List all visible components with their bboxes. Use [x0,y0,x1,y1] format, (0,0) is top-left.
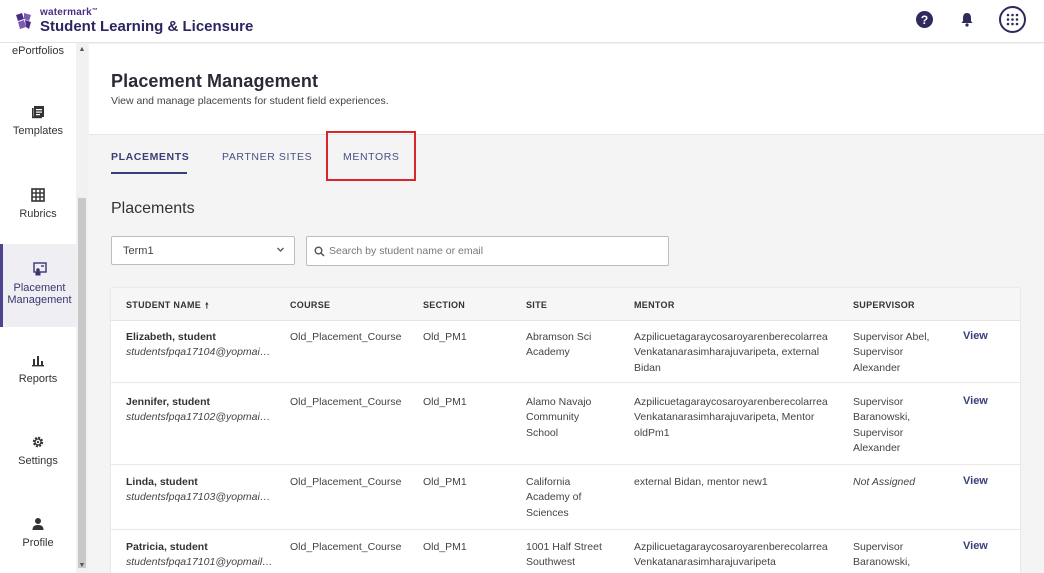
sidebar-item-templates[interactable]: Templates [0,105,76,137]
student-cell: Patricia, student studentsfpqa17101@yopm… [126,540,276,571]
sidebar-item-profile[interactable]: Profile [0,517,76,549]
site-cell: California Academy of Sciences [526,476,582,519]
active-tab-indicator [111,172,187,174]
top-bar: watermark™ Student Learning & Licensure … [0,0,1044,43]
site-cell: Abramson Sci Academy [526,331,592,359]
mentor-cell: Azpilicuetagaraycosaroyarenberecolarrea V… [634,331,828,374]
sidebar-item-reports[interactable]: Reports [0,353,76,385]
gear-icon [32,436,44,448]
sidebar: ePortfolios Templates Rubrics Placement … [0,43,88,573]
bell-icon[interactable] [959,11,975,28]
table-header: STUDENT NAME 🠕 COURSE SECTION SITE MENTOR… [111,288,1020,321]
sidebar-item-settings[interactable]: Settings [0,435,76,467]
sidebar-item-label: Templates [12,125,64,137]
mentor-cell: Azpilicuetagaraycosaroyarenberecolarrea V… [634,396,828,439]
mentors-tab-highlight [326,131,416,181]
sidebar-item-label: Settings [18,455,58,467]
search-icon [314,246,325,257]
sidebar-item-rubrics[interactable]: Rubrics [0,188,76,220]
sidebar-item-label: Management [7,294,72,306]
sidebar-item-placement-management[interactable]: Placement Management [0,244,76,327]
table-row: Patricia, student studentsfpqa17101@yopm… [111,530,1020,573]
person-icon [32,518,44,530]
supervisor-cell: Supervisor Baranowski, Supervisor Alexander [853,396,911,455]
bar-chart-icon [32,356,44,367]
student-cell: Jennifer, student studentsfpqa17102@yopm… [126,395,276,426]
student-name: Linda, student [126,476,198,488]
sidebar-item-label: Rubrics [19,208,57,220]
tab-bar: PLACEMENTS PARTNER SITES MENTORS [89,134,1044,180]
term-select[interactable]: Term1 [111,236,295,265]
app-title: Student Learning & Licensure [40,18,254,35]
page-header: Placement Management View and manage pla… [89,44,1044,134]
column-header-student-name[interactable]: STUDENT NAME 🠕 [126,300,209,314]
column-header-site: SITE [526,300,548,310]
scroll-up-icon[interactable]: ▲ [78,46,86,54]
site-cell: Alamo Navajo Community School [526,396,592,439]
student-name: Elizabeth, student [126,331,216,343]
student-cell: Linda, student studentsfpqa17103@yopmai… [126,475,276,506]
view-link[interactable]: View [963,540,988,552]
supervisor-cell: Not Assigned [853,476,916,488]
tab-partner-sites[interactable]: PARTNER SITES [222,151,312,163]
student-email: studentsfpqa17102@yopmai… [126,411,271,424]
course-cell: Old_Placement_Course [290,541,402,553]
course-cell: Old_Placement_Course [290,331,402,343]
apps-grid-icon[interactable] [999,6,1026,33]
student-email: studentsfpqa17101@yopmail… [126,556,273,569]
placement-icon [32,262,47,276]
student-email: studentsfpqa17103@yopmai… [126,491,271,504]
tab-placements[interactable]: PLACEMENTS [111,151,189,163]
grid-icon [31,188,45,202]
student-email: studentsfpqa17104@yopmai… [126,346,271,359]
course-cell: Old_Placement_Course [290,476,402,488]
view-link[interactable]: View [963,395,988,407]
section-title: Placements [111,200,195,217]
placements-table: STUDENT NAME 🠕 COURSE SECTION SITE MENTOR… [111,288,1020,573]
help-icon[interactable]: ? [916,11,933,28]
table-row: Linda, student studentsfpqa17103@yopmai…… [111,465,1020,530]
section-cell: Old_PM1 [423,396,467,408]
column-header-section: SECTION [423,300,466,310]
section-cell: Old_PM1 [423,541,467,553]
column-header-course: COURSE [290,300,331,310]
search-box [306,236,669,266]
table-row: Elizabeth, student studentsfpqa17104@yop… [111,321,1020,383]
sidebar-scroll-thumb[interactable] [78,198,86,568]
sidebar-item-eportfolios[interactable]: ePortfolios [0,45,76,57]
mentor-cell: external Bidan, mentor new1 [634,476,768,488]
sidebar-item-label: ePortfolios [12,45,64,57]
templates-icon [32,106,44,119]
watermark-logo-icon [16,13,31,29]
app-logo[interactable]: watermark™ Student Learning & Licensure [14,8,253,34]
scroll-down-icon[interactable]: ▼ [78,562,86,570]
section-cell: Old_PM1 [423,476,467,488]
student-name: Jennifer, student [126,396,211,408]
column-header-mentor: MENTOR [634,300,675,310]
student-name: Patricia, student [126,541,208,553]
site-cell: 1001 Half Street Southwest [526,541,602,569]
view-link[interactable]: View [963,475,988,487]
sidebar-item-label: Placement [13,282,66,294]
sort-ascending-icon[interactable]: 🠕 [205,301,209,310]
supervisor-cell: Supervisor Baranowski, [853,541,911,569]
course-cell: Old_Placement_Course [290,396,402,408]
student-cell: Elizabeth, student studentsfpqa17104@yop… [126,330,276,361]
column-header-supervisor: SUPERVISOR [853,300,915,310]
section-cell: Old_PM1 [423,331,467,343]
term-select-value: Term1 [123,245,154,257]
sidebar-item-label: Reports [18,373,58,385]
mentor-cell: Azpilicuetagaraycosaroyarenberecolarrea V… [634,541,828,569]
sidebar-scrollbar[interactable]: ▲ ▼ [76,43,88,573]
table-row: Jennifer, student studentsfpqa17102@yopm… [111,383,1020,465]
page-subtitle: View and manage placements for student f… [111,95,389,107]
supervisor-cell: Supervisor Abel, Supervisor Alexander [853,331,930,374]
chevron-down-icon [277,247,284,252]
view-link[interactable]: View [963,330,988,342]
brand-wordmark: watermark™ [40,7,99,18]
page-title: Placement Management [111,71,319,91]
search-input[interactable] [327,237,657,265]
sidebar-item-label: Profile [22,537,54,549]
